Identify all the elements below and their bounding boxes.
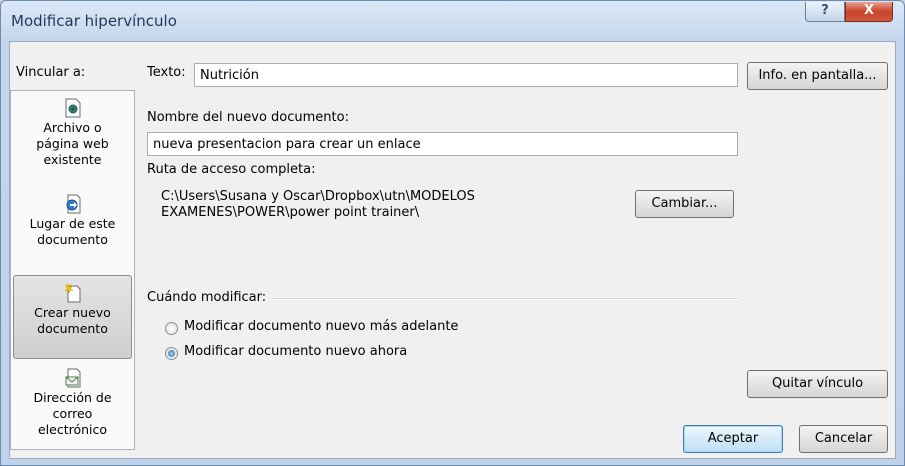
ok-button[interactable]: Aceptar xyxy=(683,425,783,453)
nav-create-line2: documento xyxy=(37,321,108,336)
email-address-icon xyxy=(65,368,80,388)
edit-later-label[interactable]: Modificar documento nuevo más adelante xyxy=(184,319,458,334)
place-in-document-icon xyxy=(66,194,80,214)
nav-existing-file-line3: existente xyxy=(43,152,102,167)
when-edit-label: Cuándo modificar: xyxy=(147,290,267,305)
hyperlink-dialog: Modificar hipervínculo ? X Vincular a: A… xyxy=(0,0,905,466)
help-button[interactable]: ? xyxy=(805,2,845,22)
nav-place-in-document[interactable]: Lugar de este documento xyxy=(13,191,132,261)
edit-later-radio[interactable] xyxy=(165,322,178,335)
dialog-title: Modificar hipervínculo xyxy=(11,12,177,30)
screentip-button[interactable]: Info. en pantalla... xyxy=(747,62,888,90)
nav-email-address[interactable]: Dirección de correo electrónico xyxy=(13,365,132,447)
when-edit-separator xyxy=(272,298,738,300)
new-document-label: Nombre del nuevo documento: xyxy=(147,110,349,125)
change-button[interactable]: Cambiar... xyxy=(635,190,734,218)
nav-existing-file[interactable]: Archivo o página web existente xyxy=(13,95,132,173)
close-button[interactable]: X xyxy=(845,2,893,22)
nav-email-line3: electrónico xyxy=(37,422,108,437)
edit-now-radio[interactable] xyxy=(165,347,178,360)
title-bar[interactable]: Modificar hipervínculo ? X xyxy=(1,1,904,41)
link-to-label: Vincular a: xyxy=(16,65,86,80)
text-label: Texto: xyxy=(147,65,186,80)
new-document-name-input[interactable] xyxy=(147,132,738,156)
nav-email-line2: correo xyxy=(52,406,93,421)
cancel-button[interactable]: Cancelar xyxy=(799,425,888,453)
full-path-label: Ruta de acceso completa: xyxy=(147,162,316,177)
link-to-panel: Archivo o página web existente Lugar de … xyxy=(10,90,135,450)
nav-existing-file-line1: Archivo o xyxy=(43,120,102,135)
edit-now-label[interactable]: Modificar documento nuevo ahora xyxy=(184,344,407,359)
nav-existing-file-line2: página web xyxy=(36,136,109,151)
remove-link-button[interactable]: Quitar vínculo xyxy=(747,370,888,398)
text-to-display-input[interactable] xyxy=(194,63,738,87)
nav-place-line1: Lugar de este xyxy=(29,216,116,231)
nav-create-line1: Crear nuevo xyxy=(34,305,111,320)
dialog-body: Vincular a: Archivo o página web existen… xyxy=(9,41,896,459)
nav-create-new-document[interactable]: Crear nuevo documento xyxy=(13,275,132,359)
nav-email-line1: Dirección de xyxy=(33,390,112,405)
new-document-icon xyxy=(63,283,80,303)
nav-place-line2: documento xyxy=(37,232,108,247)
full-path-line1: C:\Users\Susana y Oscar\Dropbox\utn\MODE… xyxy=(161,189,475,204)
full-path-line2: EXAMENES\POWER\power point trainer\ xyxy=(161,205,420,220)
full-path-value: C:\Users\Susana y Oscar\Dropbox\utn\MODE… xyxy=(161,189,621,221)
existing-file-icon xyxy=(65,98,80,118)
